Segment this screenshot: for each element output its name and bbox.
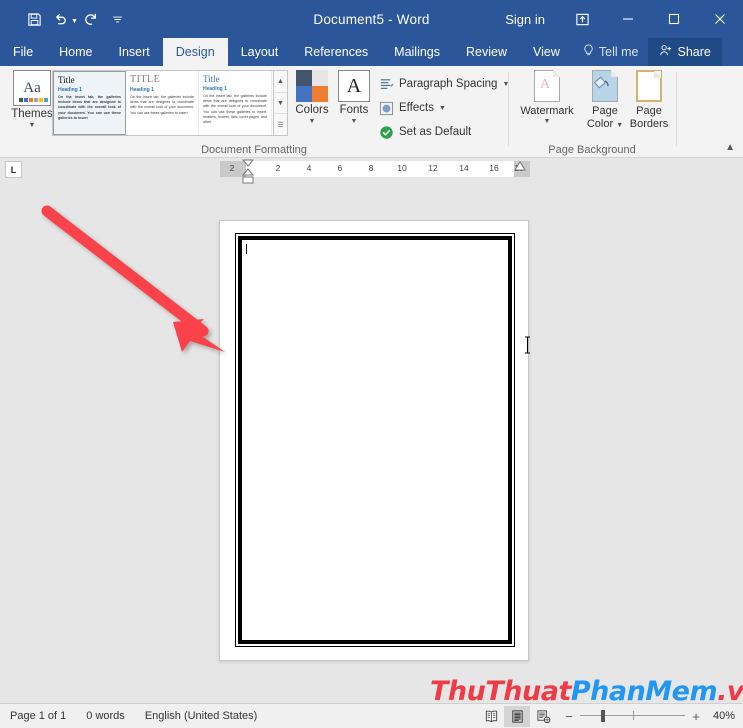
zoom-slider-track[interactable] [580, 710, 685, 722]
document-canvas[interactable] [0, 184, 743, 696]
ruler-tick-label: 6 [337, 163, 343, 173]
group-label: Document Formatting [201, 144, 307, 156]
sign-in-button[interactable]: Sign in [491, 12, 559, 27]
collapse-ribbon-button[interactable]: ▲ [725, 142, 735, 153]
titlebar-right: Sign in [491, 0, 743, 38]
right-indent-marker[interactable] [513, 160, 527, 178]
ruler-tick-label: 2 [275, 163, 281, 173]
ribbon-tab-bar: File Home Insert Design Layout Reference… [0, 38, 743, 66]
ruler-tick-label: 14 [459, 163, 469, 173]
print-layout-view-button[interactable] [504, 705, 530, 727]
tab-home[interactable]: Home [46, 38, 105, 66]
restore-icon[interactable] [651, 0, 697, 38]
tab-review[interactable]: Review [453, 38, 520, 66]
page-count-status[interactable]: Page 1 of 1 [0, 710, 76, 722]
group-label: Page Background [548, 144, 636, 156]
word-count-status[interactable]: 0 words [76, 710, 135, 722]
text-caret [246, 244, 247, 254]
language-status[interactable]: English (United States) [135, 710, 268, 722]
tab-design[interactable]: Design [162, 38, 228, 66]
zoom-out-button[interactable]: − [564, 709, 574, 724]
tell-me-box[interactable]: Tell me [573, 38, 649, 66]
word-window: ▼ Document5 - Word Sign in File Home Ins… [0, 0, 743, 728]
tab-view[interactable]: View [520, 38, 573, 66]
tab-layout[interactable]: Layout [228, 38, 292, 66]
status-bar: Page 1 of 1 0 words English (United Stat… [0, 703, 743, 728]
ruler-tick-label: 12 [428, 163, 438, 173]
zoom-slider-midpoint [632, 711, 634, 720]
person-share-icon [659, 44, 672, 60]
zoom-control[interactable]: − + [556, 709, 709, 724]
close-icon[interactable] [697, 0, 743, 38]
read-mode-view-button[interactable] [478, 706, 504, 727]
share-label: Share [677, 45, 711, 59]
group-document-formatting: Document Formatting [0, 66, 508, 158]
tab-references[interactable]: References [291, 38, 381, 66]
web-layout-view-button[interactable] [530, 706, 556, 727]
ruler-tick-label: 2 [229, 163, 235, 173]
zoom-in-button[interactable]: + [691, 709, 701, 724]
lightbulb-icon [583, 44, 594, 60]
minimize-icon[interactable] [605, 0, 651, 38]
ribbon-display-options-icon[interactable] [559, 0, 605, 38]
page-border-inner [238, 236, 512, 644]
zoom-level-label[interactable]: 40% [709, 710, 743, 722]
zoom-slider-thumb[interactable] [601, 710, 605, 722]
ruler-tick-label: 8 [368, 163, 374, 173]
ruler-tick-label: 16 [489, 163, 499, 173]
ruler-tick-label: 4 [306, 163, 312, 173]
share-button[interactable]: Share [648, 38, 722, 66]
tab-selector-button[interactable]: L [5, 161, 22, 178]
ruler-tick-label: 10 [397, 163, 407, 173]
page-border-outer [235, 233, 515, 647]
tab-insert[interactable]: Insert [106, 38, 163, 66]
tab-file[interactable]: File [0, 38, 46, 66]
horizontal-ruler[interactable]: 2 2 4 6 8 10 12 14 16 18 [220, 161, 530, 177]
title-bar: ▼ Document5 - Word Sign in [0, 0, 743, 38]
tell-me-label: Tell me [598, 45, 639, 59]
group-page-background: Page Background [508, 66, 676, 158]
ribbon: Aa Themes ▼ Title Heading 1 On the Inser… [0, 66, 743, 158]
document-page[interactable] [219, 220, 529, 661]
tab-mailings[interactable]: Mailings [381, 38, 453, 66]
